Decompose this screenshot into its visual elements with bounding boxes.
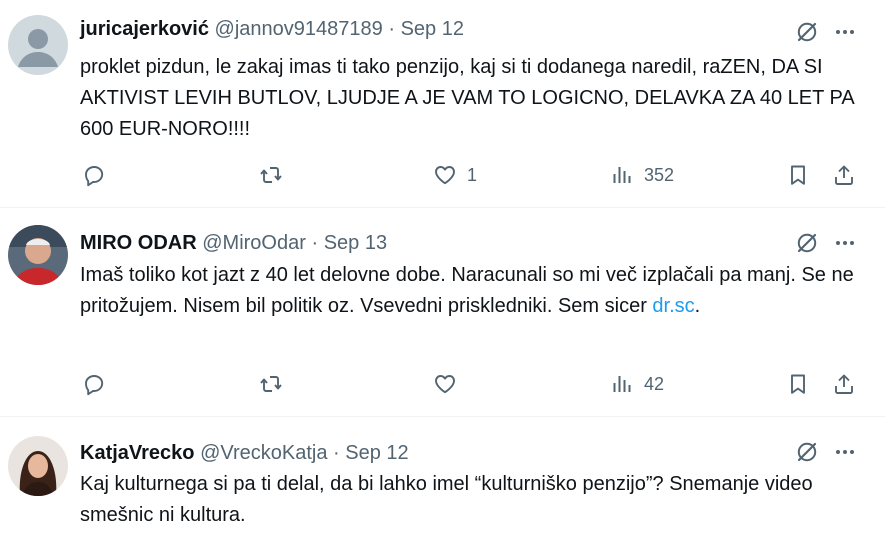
more-icon[interactable] — [833, 20, 857, 44]
retweet-button[interactable] — [259, 370, 283, 398]
reply-button[interactable] — [82, 161, 106, 189]
bookmark-button[interactable] — [786, 370, 810, 398]
tweet-header: MIRO ODAR @MiroOdar · Sep 13 — [80, 230, 387, 256]
separator: · — [333, 442, 340, 464]
retweet-button[interactable] — [259, 161, 283, 189]
tweet-text: proklet pizdun, le zakaj imas ti tako pe… — [80, 56, 854, 140]
like-button[interactable]: 1 — [433, 161, 477, 189]
avatar[interactable] — [8, 15, 68, 75]
views-icon — [610, 372, 634, 396]
tweet[interactable]: MIRO ODAR @MiroOdar · Sep 13 Imaš toliko… — [0, 207, 885, 417]
author-name[interactable]: juricajerković — [80, 18, 209, 40]
action-bar: 1 352 — [80, 161, 870, 189]
grok-icon[interactable] — [795, 440, 819, 464]
bookmark-icon — [786, 372, 810, 396]
photo-avatar-icon — [8, 436, 68, 496]
tweet[interactable]: KatjaVrecko @VreckoKatja · Sep 12 Kaj ku… — [0, 416, 885, 548]
tweet-date[interactable]: Sep 12 — [401, 18, 464, 40]
share-icon — [832, 163, 856, 187]
reply-icon — [82, 163, 106, 187]
reply-button[interactable] — [82, 370, 106, 398]
grok-icon[interactable] — [795, 231, 819, 255]
reply-icon — [82, 372, 106, 396]
author-handle[interactable]: @MiroOdar — [202, 232, 306, 254]
tweet-header: juricajerković @jannov91487189 · Sep 12 — [80, 16, 464, 42]
author-name[interactable]: MIRO ODAR — [80, 232, 197, 254]
view-count: 42 — [644, 373, 665, 394]
like-count: 1 — [467, 164, 478, 185]
avatar[interactable] — [8, 436, 68, 496]
action-bar: 42 — [80, 370, 870, 398]
retweet-icon — [259, 163, 283, 187]
author-handle[interactable]: @VreckoKatja — [200, 442, 327, 464]
share-button[interactable] — [832, 370, 856, 398]
tweet-text: Kaj kulturnega si pa ti delal, da bi lah… — [80, 473, 813, 526]
tweet-text: Imaš toliko kot jazt z 40 let delovne do… — [80, 260, 860, 322]
bookmark-icon — [786, 163, 810, 187]
default-avatar-icon — [8, 15, 68, 75]
views-icon — [610, 163, 634, 187]
separator: · — [311, 232, 319, 254]
tweet[interactable]: juricajerković @jannov91487189 · Sep 12 … — [0, 0, 885, 208]
author-name[interactable]: KatjaVrecko — [80, 442, 195, 464]
views-button[interactable]: 42 — [610, 370, 664, 398]
views-button[interactable]: 352 — [610, 161, 674, 189]
photo-avatar-icon — [8, 225, 68, 285]
bookmark-button[interactable] — [786, 161, 810, 189]
avatar[interactable] — [8, 225, 68, 285]
share-button[interactable] — [832, 161, 856, 189]
separator: · — [388, 18, 395, 40]
view-count: 352 — [644, 164, 675, 185]
more-icon[interactable] — [833, 231, 857, 255]
like-icon — [433, 372, 457, 396]
more-icon[interactable] — [833, 440, 857, 464]
share-icon — [832, 372, 856, 396]
author-handle[interactable]: @jannov91487189 — [215, 18, 383, 40]
grok-icon[interactable] — [795, 20, 819, 44]
tweet-date[interactable]: Sep 12 — [345, 442, 408, 464]
like-button[interactable] — [433, 370, 457, 398]
tweet-header: KatjaVrecko @VreckoKatja · Sep 12 — [80, 440, 409, 466]
tweet-text-end: . — [694, 295, 701, 317]
tweet-link[interactable]: dr.sc — [652, 295, 694, 317]
like-icon — [433, 163, 457, 187]
tweet-date[interactable]: Sep 13 — [324, 232, 387, 254]
tweet-text-main: Imaš toliko kot jazt z 40 let delovne do… — [80, 264, 854, 317]
retweet-icon — [259, 372, 283, 396]
